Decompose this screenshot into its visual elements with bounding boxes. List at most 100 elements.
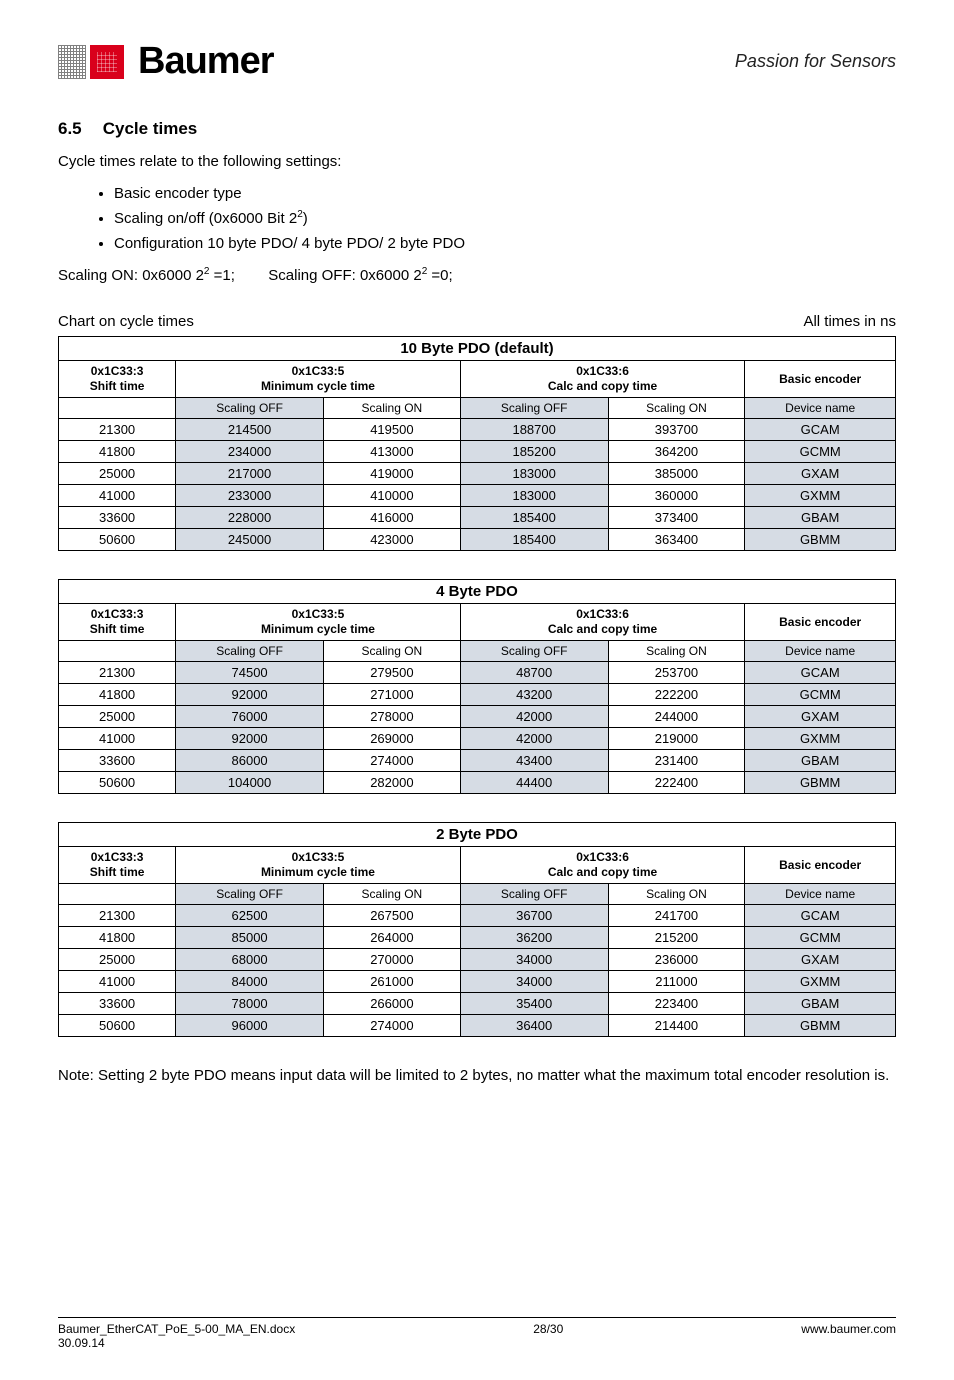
cell-device: GBMM: [745, 529, 896, 551]
footer-right: www.baumer.com: [801, 1322, 896, 1350]
cell-min-on: 282000: [324, 772, 461, 794]
footnote: Note: Setting 2 byte PDO means input dat…: [58, 1065, 896, 1087]
cell-calc-on: 360000: [608, 485, 745, 507]
table-row: 25000 68000 270000 34000 236000 GXAM: [59, 949, 896, 971]
cell-device: GCMM: [745, 927, 896, 949]
cell-min-off: 85000: [176, 927, 324, 949]
cycle-times-table: 2 Byte PDO 0x1C33:3Shift time 0x1C33:5Mi…: [58, 822, 896, 1037]
cell-calc-on: 373400: [608, 507, 745, 529]
cell-device: GCMM: [745, 684, 896, 706]
cell-device: GXAM: [745, 706, 896, 728]
cell-calc-off: 36700: [460, 905, 608, 927]
table-row: 41000 92000 269000 42000 219000 GXMM: [59, 728, 896, 750]
table-row: 41000 84000 261000 34000 211000 GXMM: [59, 971, 896, 993]
sub-header: Device name: [745, 641, 896, 662]
cell-min-on: 419000: [324, 463, 461, 485]
sub-header: Scaling OFF: [176, 884, 324, 905]
col-header: 0x1C33:6Calc and copy time: [460, 847, 745, 884]
cell-calc-on: 211000: [608, 971, 745, 993]
sub-header: Scaling OFF: [460, 884, 608, 905]
table-row: 33600 228000 416000 185400 373400 GBAM: [59, 507, 896, 529]
cell-calc-off: 188700: [460, 419, 608, 441]
table-title: 4 Byte PDO: [59, 580, 896, 604]
col-header: Basic encoder: [745, 604, 896, 641]
cell-min-off: 233000: [176, 485, 324, 507]
col-header: Basic encoder: [745, 361, 896, 398]
cell-min-off: 217000: [176, 463, 324, 485]
cell-min-on: 274000: [324, 750, 461, 772]
cell-min-on: 270000: [324, 949, 461, 971]
cell-calc-off: 183000: [460, 485, 608, 507]
cell-min-off: 104000: [176, 772, 324, 794]
table-row: 50600 245000 423000 185400 363400 GBMM: [59, 529, 896, 551]
cell-shift: 41000: [59, 485, 176, 507]
cell-shift: 25000: [59, 463, 176, 485]
cell-min-on: 416000: [324, 507, 461, 529]
cell-min-on: 423000: [324, 529, 461, 551]
cell-device: GXMM: [745, 728, 896, 750]
cell-shift: 41800: [59, 927, 176, 949]
cell-calc-on: 222400: [608, 772, 745, 794]
cell-calc-on: 244000: [608, 706, 745, 728]
cell-calc-on: 364200: [608, 441, 745, 463]
cell-calc-off: 36200: [460, 927, 608, 949]
sub-header: Scaling OFF: [176, 398, 324, 419]
cell-calc-off: 183000: [460, 463, 608, 485]
cell-min-on: 419500: [324, 419, 461, 441]
table-row: 50600 104000 282000 44400 222400 GBMM: [59, 772, 896, 794]
cell-min-off: 214500: [176, 419, 324, 441]
cell-shift: 33600: [59, 750, 176, 772]
cell-shift: 41000: [59, 971, 176, 993]
cell-device: GCAM: [745, 905, 896, 927]
cell-shift: 25000: [59, 706, 176, 728]
cell-min-off: 96000: [176, 1015, 324, 1037]
intro-text: Cycle times relate to the following sett…: [58, 151, 896, 173]
table-row: 25000 217000 419000 183000 385000 GXAM: [59, 463, 896, 485]
cell-device: GCAM: [745, 662, 896, 684]
page-footer: Baumer_EtherCAT_PoE_5-00_MA_EN.docx 30.0…: [58, 1317, 896, 1350]
cell-device: GXMM: [745, 485, 896, 507]
cell-device: GBAM: [745, 750, 896, 772]
cell-calc-on: 222200: [608, 684, 745, 706]
sub-header: Device name: [745, 398, 896, 419]
cell-min-on: 271000: [324, 684, 461, 706]
cell-device: GXAM: [745, 463, 896, 485]
table-row: 25000 76000 278000 42000 244000 GXAM: [59, 706, 896, 728]
cell-min-off: 228000: [176, 507, 324, 529]
cell-min-off: 234000: [176, 441, 324, 463]
cell-min-on: 274000: [324, 1015, 461, 1037]
cell-shift: 41000: [59, 728, 176, 750]
cell-shift: 50600: [59, 1015, 176, 1037]
section-title: Cycle times: [103, 119, 198, 138]
table-row: 41800 85000 264000 36200 215200 GCMM: [59, 927, 896, 949]
cell-calc-on: 385000: [608, 463, 745, 485]
cell-device: GXMM: [745, 971, 896, 993]
list-item: Basic encoder type: [114, 183, 896, 206]
cell-shift: 21300: [59, 905, 176, 927]
brand-square-icon: [58, 45, 124, 79]
col-header: 0x1C33:5Minimum cycle time: [176, 361, 461, 398]
cell-min-off: 92000: [176, 728, 324, 750]
table-row: 41000 233000 410000 183000 360000 GXMM: [59, 485, 896, 507]
cell-shift: 50600: [59, 772, 176, 794]
cell-min-on: 266000: [324, 993, 461, 1015]
settings-list: Basic encoder type Scaling on/off (0x600…: [114, 183, 896, 256]
sub-header: Scaling ON: [324, 641, 461, 662]
cell-shift: 21300: [59, 662, 176, 684]
list-item: Configuration 10 byte PDO/ 4 byte PDO/ 2…: [114, 233, 896, 256]
cell-calc-off: 34000: [460, 949, 608, 971]
cell-calc-on: 223400: [608, 993, 745, 1015]
cell-calc-off: 48700: [460, 662, 608, 684]
cell-calc-off: 185200: [460, 441, 608, 463]
cell-calc-off: 43400: [460, 750, 608, 772]
cell-device: GBMM: [745, 772, 896, 794]
sub-header: Scaling OFF: [460, 398, 608, 419]
col-header: 0x1C33:3Shift time: [59, 847, 176, 884]
cell-calc-on: 214400: [608, 1015, 745, 1037]
cell-device: GBMM: [745, 1015, 896, 1037]
cell-min-off: 245000: [176, 529, 324, 551]
cell-shift: 33600: [59, 993, 176, 1015]
cell-min-on: 261000: [324, 971, 461, 993]
cell-device: GBAM: [745, 993, 896, 1015]
cell-device: GCAM: [745, 419, 896, 441]
